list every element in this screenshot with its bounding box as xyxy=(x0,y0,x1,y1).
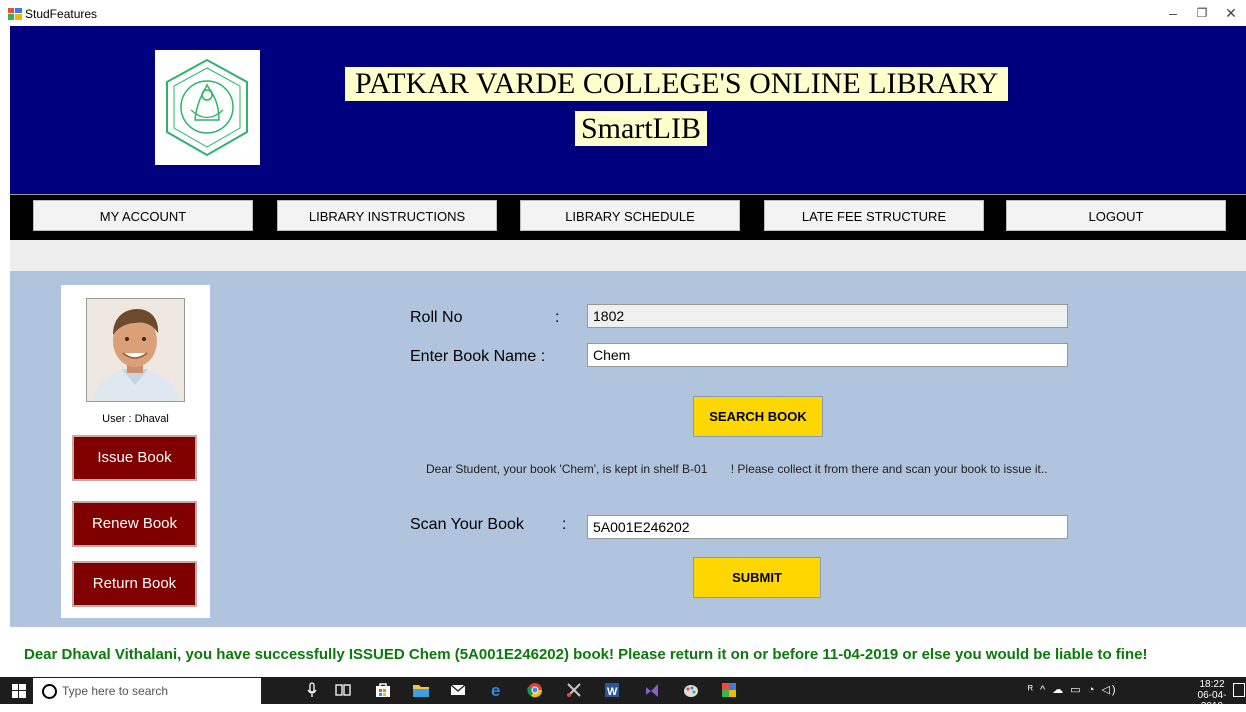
clock-time: 18:22 xyxy=(1199,679,1225,690)
clock-date: 06-04-2019 xyxy=(1197,690,1227,712)
nav-late-fee-structure-button[interactable]: LATE FEE STRUCTURE xyxy=(764,200,984,231)
roll-no-field[interactable]: 1802 xyxy=(587,304,1068,328)
avatar xyxy=(86,298,185,402)
return-book-button[interactable]: Return Book xyxy=(72,561,197,607)
college-seal-icon xyxy=(155,50,260,165)
app-name: SmartLIB xyxy=(575,111,707,146)
chrome-icon[interactable] xyxy=(526,681,544,699)
renew-book-button[interactable]: Renew Book xyxy=(72,501,197,547)
scan-book-label: Scan Your Book xyxy=(410,516,524,533)
notification-icon[interactable] xyxy=(1233,683,1245,697)
nav-library-schedule-button[interactable]: LIBRARY SCHEDULE xyxy=(520,200,740,231)
shelf-message: Dear Student, your book 'Chem', is kept … xyxy=(426,462,1048,476)
app-icon xyxy=(8,7,22,20)
roll-no-label: Roll No xyxy=(410,309,463,326)
book-name-label: Enter Book Name : xyxy=(410,348,546,365)
visual-studio-icon[interactable] xyxy=(643,681,661,699)
submit-button[interactable]: SUBMIT xyxy=(693,557,821,598)
nav-my-account-button[interactable]: MY ACCOUNT xyxy=(33,200,253,231)
scan-book-colon: : xyxy=(562,516,567,533)
close-button[interactable]: ✕ xyxy=(1216,4,1246,22)
file-explorer-icon[interactable] xyxy=(412,681,430,699)
taskbar-clock[interactable]: 18:22 06-04-2019 xyxy=(1192,679,1232,712)
window-title: StudFeatures xyxy=(25,7,98,21)
microphone-icon[interactable] xyxy=(303,681,321,699)
app-window-icon[interactable] xyxy=(720,681,738,699)
spacer-bar xyxy=(10,240,1246,271)
issue-status-message: Dear Dhaval Vithalani, you have successf… xyxy=(24,646,1148,663)
svg-text:e: e xyxy=(491,681,500,699)
windows-start-icon[interactable] xyxy=(12,684,26,698)
word-icon[interactable]: W xyxy=(603,681,621,699)
system-tray[interactable]: ᴿ ^ ☁ ▭ ◔ ◁) xyxy=(1028,683,1118,696)
book-name-input[interactable]: Chem xyxy=(587,343,1068,367)
issue-book-button[interactable]: Issue Book xyxy=(72,435,197,481)
svg-text:W: W xyxy=(607,686,618,698)
window-title-bar xyxy=(0,0,1246,26)
mail-icon[interactable] xyxy=(449,681,467,699)
task-view-icon[interactable] xyxy=(334,681,352,699)
minimize-button[interactable]: – xyxy=(1158,4,1188,22)
taskbar-search-placeholder: Type here to search xyxy=(62,684,169,698)
roll-no-colon: : xyxy=(555,309,560,326)
scan-book-input[interactable]: 5A001E246202 xyxy=(587,515,1068,539)
paint-icon[interactable] xyxy=(682,681,700,699)
store-icon[interactable] xyxy=(374,681,392,699)
search-book-button[interactable]: SEARCH BOOK xyxy=(693,396,823,437)
nav-library-instructions-button[interactable]: LIBRARY INSTRUCTIONS xyxy=(277,200,497,231)
user-label: User : Dhaval xyxy=(102,413,169,425)
snipping-tool-icon[interactable] xyxy=(565,681,583,699)
cortana-icon xyxy=(42,684,57,699)
edge-icon[interactable]: e xyxy=(488,681,506,700)
maximize-button[interactable]: ❐ xyxy=(1187,4,1217,22)
college-title: PATKAR VARDE COLLEGE'S ONLINE LIBRARY xyxy=(345,67,1009,101)
nav-logout-button[interactable]: LOGOUT xyxy=(1006,200,1226,231)
